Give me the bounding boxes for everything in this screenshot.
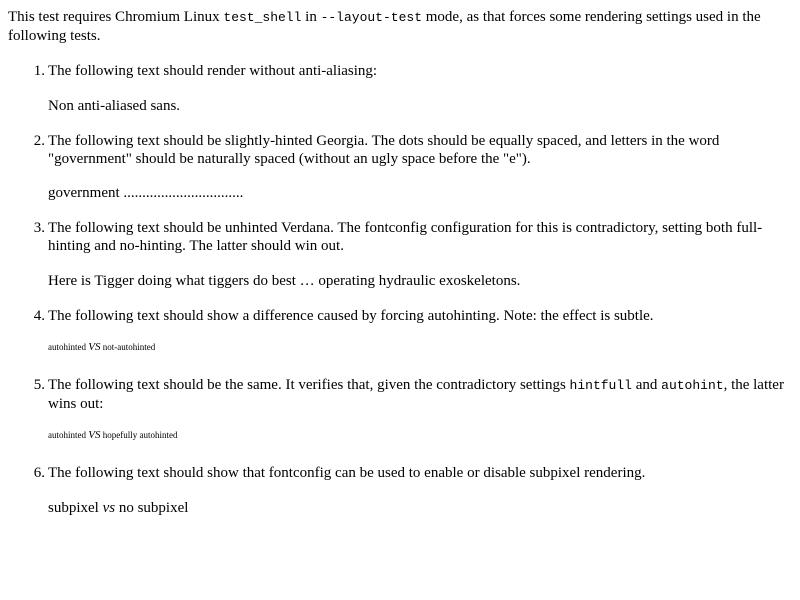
list-number: 6. [33,465,45,481]
list-item-description: The following text should show that font… [48,465,646,481]
sample-text-subpixel: subpixel vs no subpixel [48,499,792,517]
list-number: 3. [33,220,45,236]
list-number: 1. [33,63,45,79]
code-hintfull: hintfull [569,378,632,393]
list-number: 2. [33,133,45,149]
sample-vs: VS [88,341,101,353]
intro-code-test-shell: test_shell [223,10,302,25]
sample-text-verdana: Here is Tigger doing what tiggers do bes… [48,273,521,289]
intro-paragraph: This test requires Chromium Linux test_s… [8,8,792,45]
list-item-5: 5. The following text should be the same… [34,376,792,441]
sample-text-non-antialiased: Non anti-aliased sans. [48,98,181,114]
list-item-2: 2. The following text should be slightly… [34,132,792,202]
sample-autohinted: autohinted [48,430,86,440]
list-item-4: 4. The following text should show a diff… [34,307,792,353]
list-number: 4. [33,308,45,324]
description-and: and [631,377,662,393]
test-list: 1. The following text should render with… [8,62,792,517]
intro-code-layout-test: --layout-test [320,10,422,25]
list-item-description: The following text should be slightly-hi… [48,133,720,167]
sample-text-autohint-comparison: autohinted VS not-autohinted [48,342,792,353]
sample-autohinted: autohinted [48,342,86,352]
list-item-description: The following text should show a differe… [48,308,654,324]
intro-text-start: This test requires Chromium Linux [8,9,224,25]
code-autohint: autohint [661,378,724,393]
list-number: 5. [33,377,45,393]
sample-vs: VS [88,429,101,441]
sample-not-autohinted: not-autohinted [102,342,156,352]
list-item-description: The following text should be unhinted Ve… [48,220,763,254]
list-item-3: 3. The following text should be unhinted… [34,219,792,290]
sample-hopefully-autohinted: hopefully autohinted [102,430,178,440]
sample-subpixel: subpixel [48,500,99,516]
sample-text-georgia: government .............................… [48,185,244,201]
document-page: This test requires Chromium Linux test_s… [0,0,792,517]
sample-vs: vs [102,500,116,516]
list-item-description: The following text should render without… [48,63,378,79]
intro-text-in: in [301,9,321,25]
list-item-1: 1. The following text should render with… [34,62,792,115]
sample-text-autohint-same: autohinted VS hopefully autohinted [48,430,792,441]
description-start: The following text should be the same. I… [48,377,570,393]
list-item-6: 6. The following text should show that f… [34,464,792,517]
list-item-description: The following text should be the same. I… [48,376,792,413]
sample-no-subpixel: no subpixel [118,500,189,516]
